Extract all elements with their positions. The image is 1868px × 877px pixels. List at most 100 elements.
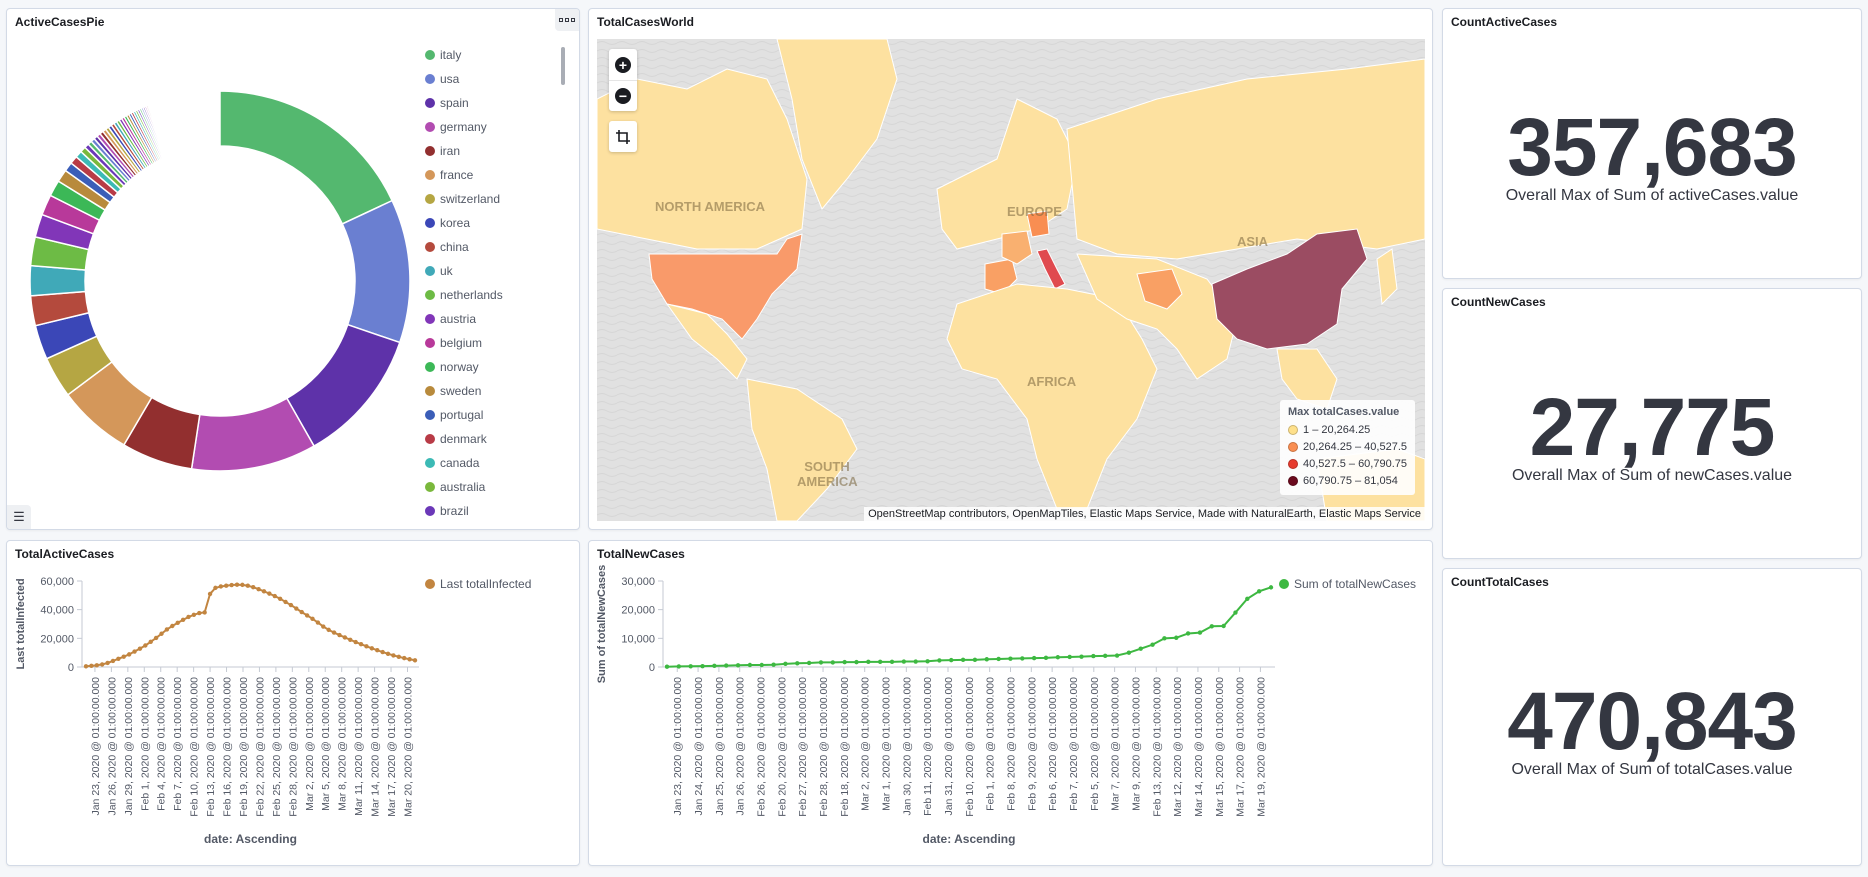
data-point[interactable] [1055, 655, 1061, 660]
data-point[interactable] [1102, 653, 1108, 659]
data-point[interactable] [1221, 623, 1226, 629]
data-point[interactable] [277, 596, 283, 601]
data-point[interactable] [664, 664, 670, 669]
legend-item-switzerland[interactable]: switzerland [425, 187, 565, 211]
data-point[interactable] [854, 659, 859, 665]
data-point[interactable] [1209, 624, 1214, 629]
data-point[interactable] [1020, 656, 1025, 661]
data-point[interactable] [94, 663, 99, 668]
chart-legend-item[interactable]: Last totalInfected [425, 577, 531, 591]
zoom-out-button[interactable]: − [609, 80, 637, 111]
data-point[interactable] [1150, 642, 1155, 647]
data-point[interactable] [121, 654, 126, 659]
data-point[interactable] [1268, 585, 1274, 590]
zoom-in-button[interactable]: + [609, 49, 637, 80]
data-point[interactable] [830, 660, 836, 665]
data-point[interactable] [116, 656, 121, 662]
data-point[interactable] [132, 649, 137, 654]
data-point[interactable] [396, 654, 402, 660]
data-point[interactable] [83, 664, 89, 669]
data-point[interactable] [310, 616, 315, 622]
data-point[interactable] [137, 646, 143, 651]
data-point[interactable] [889, 659, 895, 665]
data-point[interactable] [842, 659, 847, 665]
data-point[interactable] [229, 582, 234, 588]
data-point[interactable] [164, 627, 170, 632]
data-point[interactable] [110, 658, 116, 664]
data-point[interactable] [925, 659, 930, 664]
data-point[interactable] [342, 635, 348, 640]
data-point[interactable] [299, 609, 304, 615]
data-point[interactable] [1067, 654, 1072, 660]
data-point[interactable] [202, 610, 207, 615]
legend-item-uk[interactable]: uk [425, 259, 565, 283]
data-point[interactable] [1174, 635, 1179, 640]
data-point[interactable] [369, 646, 375, 651]
data-point[interactable] [234, 582, 240, 587]
legend-item-korea[interactable]: korea [425, 211, 565, 235]
data-point[interactable] [806, 660, 812, 666]
legend-item-brazil[interactable]: brazil [425, 499, 565, 523]
legend-item-netherlands[interactable]: netherlands [425, 283, 565, 307]
data-point[interactable] [283, 599, 288, 605]
data-point[interactable] [153, 635, 159, 641]
data-point[interactable] [1114, 653, 1120, 658]
data-point[interactable] [267, 591, 272, 596]
legend-item-austria[interactable]: austria [425, 307, 565, 331]
data-point[interactable] [358, 642, 364, 647]
fit-bounds-button[interactable] [609, 121, 637, 152]
data-point[interactable] [170, 623, 175, 629]
data-point[interactable] [272, 593, 277, 599]
data-point[interactable] [337, 632, 342, 638]
data-point[interactable] [724, 663, 729, 668]
data-point[interactable] [402, 655, 407, 661]
legend-item-china[interactable]: china [425, 235, 565, 259]
data-point[interactable] [180, 617, 186, 623]
data-point[interactable] [1197, 630, 1203, 635]
data-point[interactable] [1256, 589, 1262, 594]
data-point[interactable] [937, 658, 942, 663]
data-point[interactable] [688, 664, 693, 669]
legend-item-australia[interactable]: australia [425, 475, 565, 499]
data-point[interactable] [1008, 656, 1013, 661]
data-point[interactable] [353, 639, 358, 645]
data-point[interactable] [321, 624, 326, 629]
data-point[interactable] [207, 591, 213, 597]
legend-item-germany[interactable]: germany [425, 115, 565, 139]
legend-item-italy[interactable]: italy [425, 43, 565, 67]
legend-item-portugal[interactable]: portugal [425, 403, 565, 427]
pie-slice-usa[interactable] [341, 199, 411, 344]
data-point[interactable] [1079, 654, 1084, 659]
data-point[interactable] [1245, 596, 1250, 601]
data-point[interactable] [245, 583, 251, 588]
data-point[interactable] [783, 661, 788, 667]
legend-scrollbar[interactable] [561, 47, 565, 85]
data-point[interactable] [747, 662, 753, 668]
data-point[interactable] [407, 657, 412, 662]
data-point[interactable] [901, 659, 907, 664]
data-point[interactable] [304, 613, 310, 618]
legend-item-iran[interactable]: iran [425, 139, 565, 163]
legend-item-norway[interactable]: norway [425, 355, 565, 379]
data-point[interactable] [866, 659, 871, 665]
data-point[interactable] [331, 630, 337, 635]
data-point[interactable] [391, 653, 396, 658]
data-point[interactable] [99, 662, 105, 667]
data-point[interactable] [676, 664, 682, 669]
data-point[interactable] [385, 651, 391, 657]
legend-item-sweden[interactable]: sweden [425, 379, 565, 403]
data-point[interactable] [1233, 610, 1238, 615]
data-point[interactable] [191, 612, 197, 618]
data-point[interactable] [1091, 653, 1096, 659]
data-point[interactable] [1126, 650, 1132, 655]
data-point[interactable] [261, 589, 267, 594]
data-point[interactable] [795, 661, 800, 666]
legend-item-france[interactable]: france [425, 163, 565, 187]
data-point[interactable] [375, 648, 380, 653]
data-point[interactable] [1162, 636, 1167, 641]
data-point[interactable] [213, 585, 218, 591]
data-point[interactable] [288, 602, 294, 608]
data-point[interactable] [240, 582, 245, 588]
data-point[interactable] [1185, 631, 1191, 636]
data-point[interactable] [364, 644, 369, 649]
